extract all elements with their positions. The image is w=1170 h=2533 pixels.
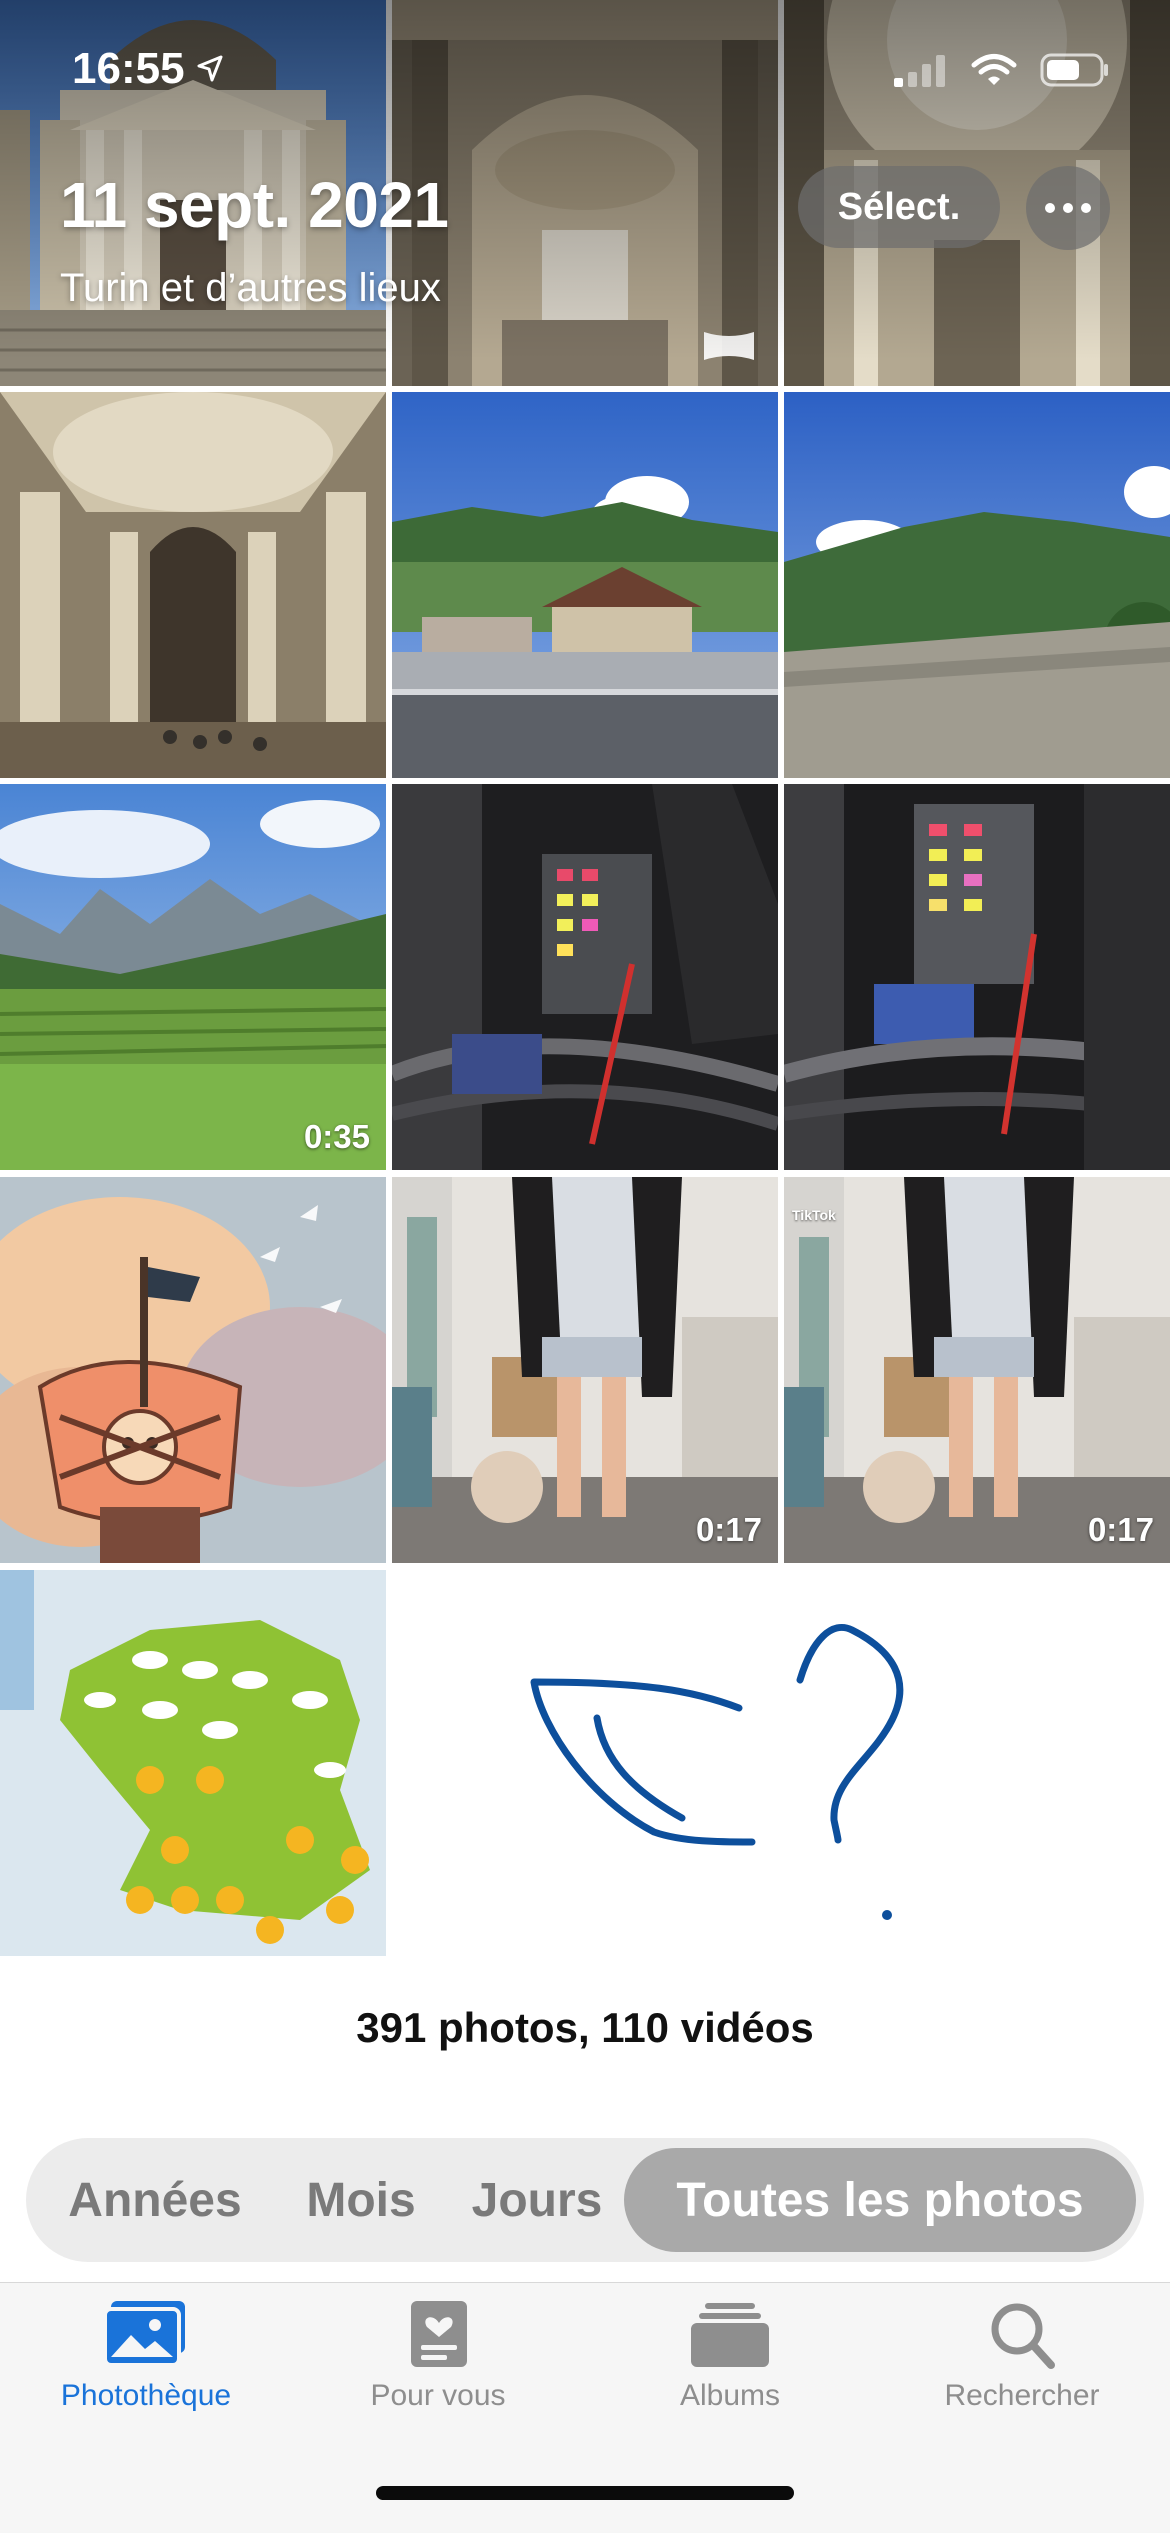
tab-search[interactable]: Rechercher	[892, 2299, 1152, 2413]
tab-label: Albums	[679, 2379, 781, 2412]
photo-thumbnail-handwritten-sketch[interactable]	[392, 1570, 1170, 1956]
photo-thumbnail-mountain-house[interactable]	[392, 392, 778, 778]
view-segmented-control: Années Mois Jours Toutes les photos	[26, 2138, 1144, 2262]
location-arrow-icon	[197, 55, 223, 82]
search-icon	[991, 2303, 1055, 2369]
tab-label: Pour vous	[370, 2379, 506, 2412]
photo-thumbnail-mountain-wall[interactable]	[784, 392, 1170, 778]
photo-thumbnail-weather-map[interactable]	[0, 1570, 386, 1956]
tiktok-watermark: TikTok	[792, 1207, 836, 1223]
for-you-icon	[411, 2301, 467, 2367]
library-count: 391 photos, 110 vidéos	[356, 2004, 814, 2051]
wifi-icon	[971, 54, 1017, 85]
status-bar-indicators	[892, 52, 1110, 88]
video-thumbnail-meadow[interactable]: 0:35	[0, 784, 386, 1170]
segment-all-photos[interactable]: Toutes les photos	[624, 2138, 1136, 2262]
photo-thumbnail-pirate-ship-illustration[interactable]	[0, 1177, 386, 1563]
page-title-date: 11 sept. 2021	[60, 169, 449, 241]
video-duration: 0:17	[1087, 1511, 1154, 1548]
more-options-button[interactable]	[1026, 166, 1110, 250]
video-duration: 0:17	[695, 1511, 762, 1548]
photo-thumbnail-basilica-interior[interactable]	[0, 392, 386, 778]
page-subtitle-location: Turin et d’autres lieux	[60, 266, 441, 310]
tab-albums[interactable]: Albums	[600, 2299, 860, 2413]
segment-years[interactable]: Années	[26, 2138, 260, 2262]
photo-thumbnail-fuse-box-closeup[interactable]	[784, 784, 1170, 1170]
tab-label: Rechercher	[944, 2379, 1100, 2412]
battery-icon	[1040, 53, 1108, 87]
tab-library[interactable]: Photothèque	[16, 2299, 276, 2413]
tab-for-you[interactable]: Pour vous	[308, 2299, 568, 2413]
tab-label: Photothèque	[60, 2379, 232, 2412]
video-duration: 0:35	[303, 1118, 370, 1155]
segment-days[interactable]: Jours	[462, 2138, 612, 2262]
ellipsis-icon	[1045, 203, 1055, 213]
photo-thumbnail-basilica-interior-panorama[interactable]	[392, 0, 778, 386]
segment-months[interactable]: Mois	[286, 2138, 436, 2262]
panorama-icon	[704, 332, 754, 360]
status-bar-time: 16:55	[72, 44, 225, 94]
select-button[interactable]: Sélect.	[798, 166, 1000, 248]
albums-icon	[691, 2303, 769, 2367]
cellular-signal-icon	[894, 55, 945, 87]
clock: 16:55	[72, 44, 185, 93]
photo-thumbnail-fuse-box[interactable]	[392, 784, 778, 1170]
home-indicator[interactable]	[376, 2486, 794, 2500]
video-thumbnail-dance-2[interactable]: TikTok 0:17	[784, 1177, 1170, 1563]
video-thumbnail-dance-1[interactable]: 0:17	[392, 1177, 778, 1563]
photo-library-icon	[103, 2301, 185, 2367]
